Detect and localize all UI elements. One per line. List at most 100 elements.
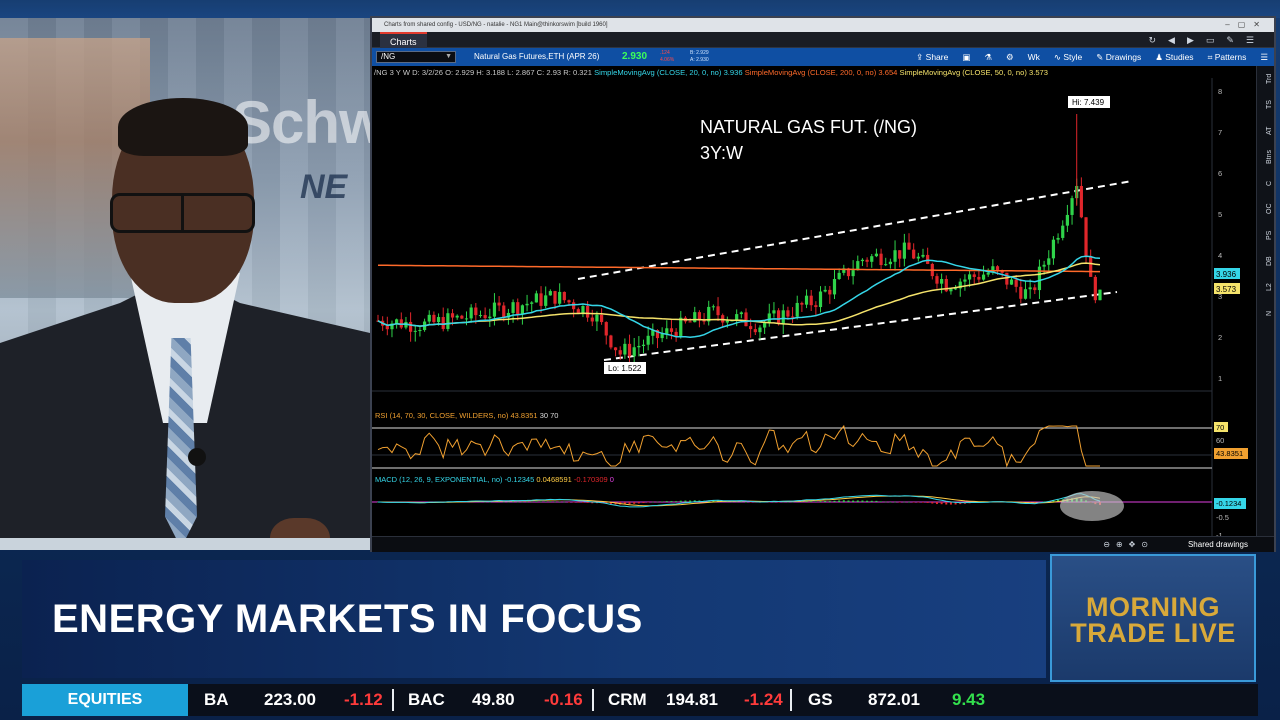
macd-bar [651,501,654,503]
flask-icon[interactable]: ⚗ [984,52,992,63]
gear-icon[interactable]: ⚙ [1006,52,1014,63]
candle-body [669,328,674,332]
macd-bar [633,502,636,504]
sma50-tag: 3.573 [1216,285,1237,294]
candle-body [409,321,413,332]
macd-bar [586,502,589,503]
macd-bar [889,501,892,503]
macd-bar [884,501,887,503]
macd-bar [814,501,817,502]
price-tick: 4 [1218,251,1222,260]
macd-bar [572,502,575,503]
rsi-header: RSI (14, 70, 30, CLOSE, WILDERS, no) [375,411,509,420]
tab-tools[interactable]: ↻◀▶▭✎☰ [1149,32,1267,48]
macd-avg-value: 0.0468591 [536,475,571,484]
candle-body [940,278,944,284]
macd-bar [544,501,547,502]
candle-body [474,307,478,316]
candle-body [763,322,767,328]
macd-bar [526,501,529,503]
rail-item-n[interactable]: N [1257,300,1275,326]
price-tick: 6 [1218,169,1222,178]
rail-item-trd[interactable]: Trd [1257,66,1275,92]
rail-item-ts[interactable]: TS [1257,92,1275,118]
studies-button[interactable]: ♟ Studies [1155,52,1193,63]
ticker-price: 49.80 [472,690,515,709]
macd-bar [581,502,584,503]
chevron-down-icon[interactable]: ▼ [445,52,452,62]
macd-bar [917,502,920,503]
macd-bar [903,501,906,503]
shared-drawings-button[interactable]: Shared drawings [1188,537,1248,553]
macd-bar [549,501,552,502]
ticker-symbol: GS [808,690,833,709]
window-controls[interactable]: –▢✕ [1225,18,1268,32]
candle-body [1009,279,1014,285]
bid-price: B: 2.929 [690,50,709,56]
highlight-ellipse[interactable] [1060,491,1124,521]
window-title: Charts from shared config - USD/NG - nat… [384,22,608,28]
bid-ask: B: 2.929 A: 2.930 [690,50,709,64]
ticker-symbol: BA [204,690,229,709]
sma20-tag: 3.936 [1216,270,1237,279]
rail-item-btns[interactable]: Btns [1257,144,1275,170]
rail-item-oc[interactable]: OC [1257,196,1275,222]
candle-body [627,343,632,357]
macd-bar [861,500,864,502]
candle-body [516,302,520,315]
menu-icon[interactable]: ☰ [1260,52,1268,63]
macd-line [377,493,1101,508]
presenter-video: Schw NE [0,18,370,550]
share-button[interactable]: ⇪ Share [916,52,948,63]
sma20-value: 3.936 [723,68,743,77]
rail-item-c[interactable]: C [1257,170,1275,196]
rail-item-at[interactable]: AT [1257,118,1275,144]
rail-item-ps[interactable]: PS [1257,222,1275,248]
macd-bar [558,501,561,503]
zoom-controls[interactable]: ⊖⊕✥⊙ [1103,537,1154,553]
lo-label: Lo: 1.522 [608,364,642,373]
chart-window: Charts from shared config - USD/NG - nat… [370,16,1276,552]
tab-charts[interactable]: Charts [380,32,427,48]
patterns-button[interactable]: ⌗ Patterns [1208,52,1247,63]
macd-bar [642,502,645,504]
ticker-label: EQUITIES [22,684,188,716]
candle-body [776,310,781,325]
rsi-levels: 30 70 [540,411,559,420]
candle-body [1019,286,1023,299]
candle-body [809,295,813,306]
show-logo-line-2: TRADE LIVE [1070,618,1236,648]
candle-body [898,250,902,259]
candle-body [870,256,874,262]
sma200-value: 3.654 [878,68,898,77]
candle-body [888,261,892,265]
ticker-separator [592,689,594,711]
price-tick: 8 [1218,87,1222,96]
rsi-tag: 43.8351 [1216,449,1243,458]
candle-body [679,317,683,338]
candle-body [641,344,646,346]
style-button[interactable]: ∿ Style [1054,52,1082,63]
drawings-button[interactable]: ✎ Drawings [1096,52,1141,63]
candle-body [753,329,757,333]
layout-icon[interactable]: ▣ [962,52,970,63]
candle-body [469,307,473,319]
macd-bar [940,502,943,505]
candle-body [604,322,608,336]
rail-item-db[interactable]: DB [1257,248,1275,274]
chart-status-bar: ⊖⊕✥⊙ Shared drawings [372,536,1274,552]
candle-body [413,330,417,332]
aggregation-button[interactable]: Wk [1028,52,1040,62]
candle-body [492,302,497,317]
chart-toolbar: /NG ▼ Natural Gas Futures,ETH (APR 26) 2… [372,48,1274,66]
rsi-line [377,424,1100,468]
candle-body [478,315,483,317]
show-logo: MORNING TRADE LIVE [1050,554,1256,682]
candle-body [972,274,976,277]
symbol-input[interactable]: /NG ▼ [376,51,456,63]
rail-item-l2[interactable]: L2 [1257,274,1275,300]
candle-body [441,317,445,329]
lapel-mic [188,448,206,466]
headline: ENERGY MARKETS IN FOCUS [52,597,643,641]
percent-change: 4.06% [660,57,675,63]
